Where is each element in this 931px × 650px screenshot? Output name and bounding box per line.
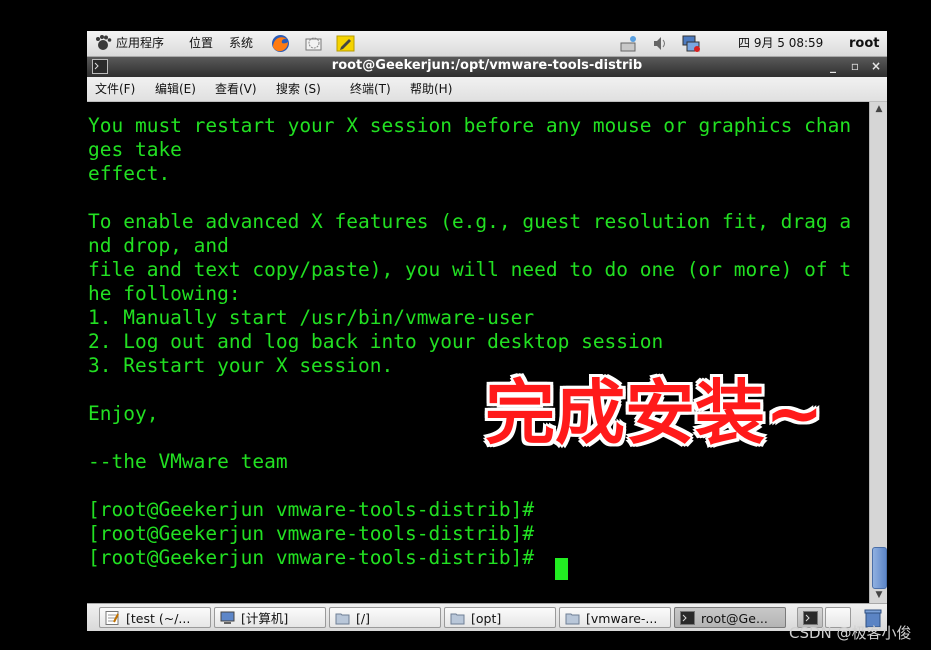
text-editor-icon [105,611,119,625]
task-label: [/] [356,611,370,626]
terminal-line: ges take [88,138,182,161]
display-disconnected-icon[interactable] [682,34,701,53]
menu-terminal[interactable]: 终端(T) [350,77,391,101]
gnome-foot-icon[interactable] [94,34,113,53]
system-menu[interactable]: 系统 [229,31,253,56]
window-titlebar[interactable]: root@Geekerjun:/opt/vmware-tools-distrib… [87,57,887,77]
mail-stamp-icon[interactable] [304,34,323,53]
top-panel: 应用程序 位置 系统 四 9月 5 08:59 root [87,31,887,57]
minimize-button[interactable]: _ [825,58,841,74]
task-label: [opt] [471,611,502,626]
terminal-prompt-line: [root@Geekerjun vmware-tools-distrib]# [88,546,546,569]
csdn-watermark: CSDN @极客小俊 [789,624,912,642]
maximize-button[interactable]: ▫ [847,58,863,74]
volume-icon[interactable] [651,34,670,53]
task-computer[interactable]: [计算机] [214,607,326,628]
terminal-line: effect. [88,162,171,185]
terminal-line: nd drop, and [88,234,229,257]
scrollbar-thumb[interactable] [872,547,887,589]
task-opt-folder[interactable]: [opt] [444,607,556,628]
terminal-line: --the VMware team [88,450,288,473]
folder-icon [335,613,350,625]
task-label: root@Ge... [701,611,768,626]
window-title: root@Geekerjun:/opt/vmware-tools-distrib [331,58,643,73]
menubar: 文件(F) 编辑(E) 查看(V) 搜索 (S) 终端(T) 帮助(H) [87,77,887,102]
task-label: [vmware-... [586,611,658,626]
scroll-down-arrow-icon[interactable]: ▼ [870,588,887,603]
terminal-icon [680,611,695,625]
bottom-taskbar: [test (~/... [计算机] [/] [opt] [vmware-...… [87,603,887,631]
close-button[interactable]: × [868,58,884,74]
terminal-scrollbar[interactable]: ▲ ▼ [869,102,887,603]
desktop-screen: 应用程序 位置 系统 四 9月 5 08:59 root root@Geeker… [87,31,887,631]
task-vmware-folder[interactable]: [vmware-... [559,607,671,628]
folder-icon [450,613,465,625]
menu-file[interactable]: 文件(F) [95,77,135,101]
terminal-line: Enjoy, [88,402,159,425]
task-label: [计算机] [241,611,289,626]
terminal-output[interactable]: You must restart your X session before a… [87,102,869,603]
computer-icon [220,611,235,624]
menu-view[interactable]: 查看(V) [215,77,257,101]
clock[interactable]: 四 9月 5 08:59 [738,31,823,56]
terminal-line: 1. Manually start /usr/bin/vmware-user [88,306,535,329]
terminal-line: file and text copy/paste), you will need… [88,258,852,281]
firefox-icon[interactable] [271,34,290,53]
terminal-cursor [555,558,568,580]
task-terminal[interactable]: root@Ge... [674,607,786,628]
applications-menu[interactable]: 应用程序 [116,31,164,56]
terminal-line: You must restart your X session before a… [88,114,852,137]
terminal-prompt-line: [root@Geekerjun vmware-tools-distrib]# [88,522,535,545]
terminal-line: he following: [88,282,241,305]
menu-help[interactable]: 帮助(H) [410,77,452,101]
terminal-line: 3. Restart your X session. [88,354,394,377]
completion-overlay-caption: 完成安装~ [485,372,824,454]
network-icon[interactable] [619,34,638,53]
scroll-up-arrow-icon[interactable]: ▲ [870,102,887,117]
folder-icon [565,613,580,625]
task-root-folder[interactable]: [/] [329,607,441,628]
note-edit-icon[interactable] [336,34,355,53]
places-menu[interactable]: 位置 [189,31,213,56]
terminal-line: 2. Log out and log back into your deskto… [88,330,664,353]
terminal-prompt-line: [root@Geekerjun vmware-tools-distrib]# [88,498,535,521]
menu-edit[interactable]: 编辑(E) [155,77,196,101]
menu-search[interactable]: 搜索 (S) [276,77,321,101]
user-name[interactable]: root [849,31,880,56]
task-label: [test (~/... [126,611,191,626]
terminal-window: root@Geekerjun:/opt/vmware-tools-distrib… [87,57,887,603]
terminal-line: To enable advanced X features (e.g., gue… [88,210,852,233]
task-test-editor[interactable]: [test (~/... [99,607,211,628]
